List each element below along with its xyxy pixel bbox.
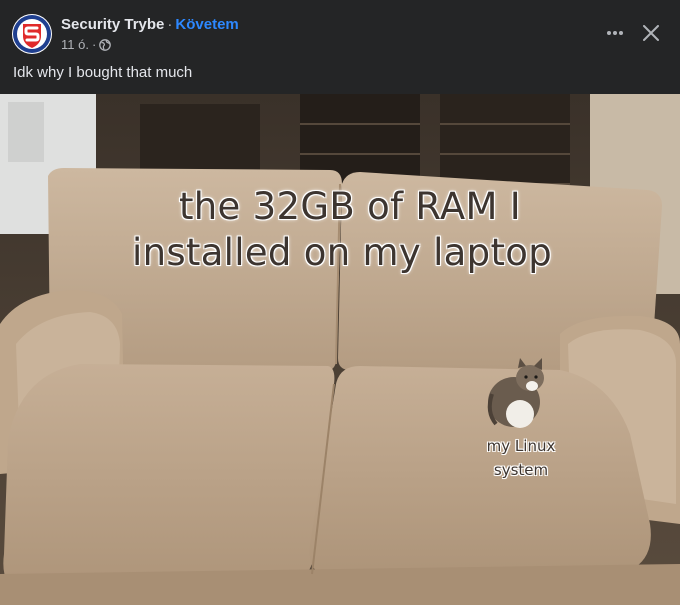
post-image[interactable]: the 32GB of RAM I installed on my laptop… xyxy=(0,94,680,605)
more-options-button[interactable] xyxy=(603,22,627,44)
post-timestamp[interactable]: 11 ó. xyxy=(61,37,89,53)
follow-button[interactable]: Követem xyxy=(175,16,238,33)
post-header: Security Trybe · Követem 11 ó. · xyxy=(0,0,680,62)
title-separator: · xyxy=(167,16,173,33)
page-name-link[interactable]: Security Trybe xyxy=(61,16,164,33)
cat-caption-line-2: system xyxy=(493,461,549,479)
meta-separator: · xyxy=(91,37,97,52)
meme-caption-line-2: installed on my laptop xyxy=(132,231,552,274)
close-icon xyxy=(643,25,659,41)
globe-icon xyxy=(99,39,112,51)
meme-caption-line-1: the 32GB of RAM I xyxy=(178,185,522,228)
more-dots-icon xyxy=(607,31,623,35)
cat-caption-line-1: my Linux xyxy=(486,437,556,455)
cat-caption: my Linux system xyxy=(466,434,576,482)
couch-with-cat-image xyxy=(0,94,680,605)
close-button[interactable] xyxy=(638,20,664,46)
post-text: Idk why I bought that much xyxy=(13,64,193,81)
meme-top-caption: the 32GB of RAM I installed on my laptop xyxy=(0,184,680,276)
security-trybe-logo-icon xyxy=(13,15,51,53)
title-row: Security Trybe · Követem xyxy=(61,16,239,34)
post-meta: 11 ó. · xyxy=(61,37,112,53)
page-avatar[interactable] xyxy=(12,14,52,54)
